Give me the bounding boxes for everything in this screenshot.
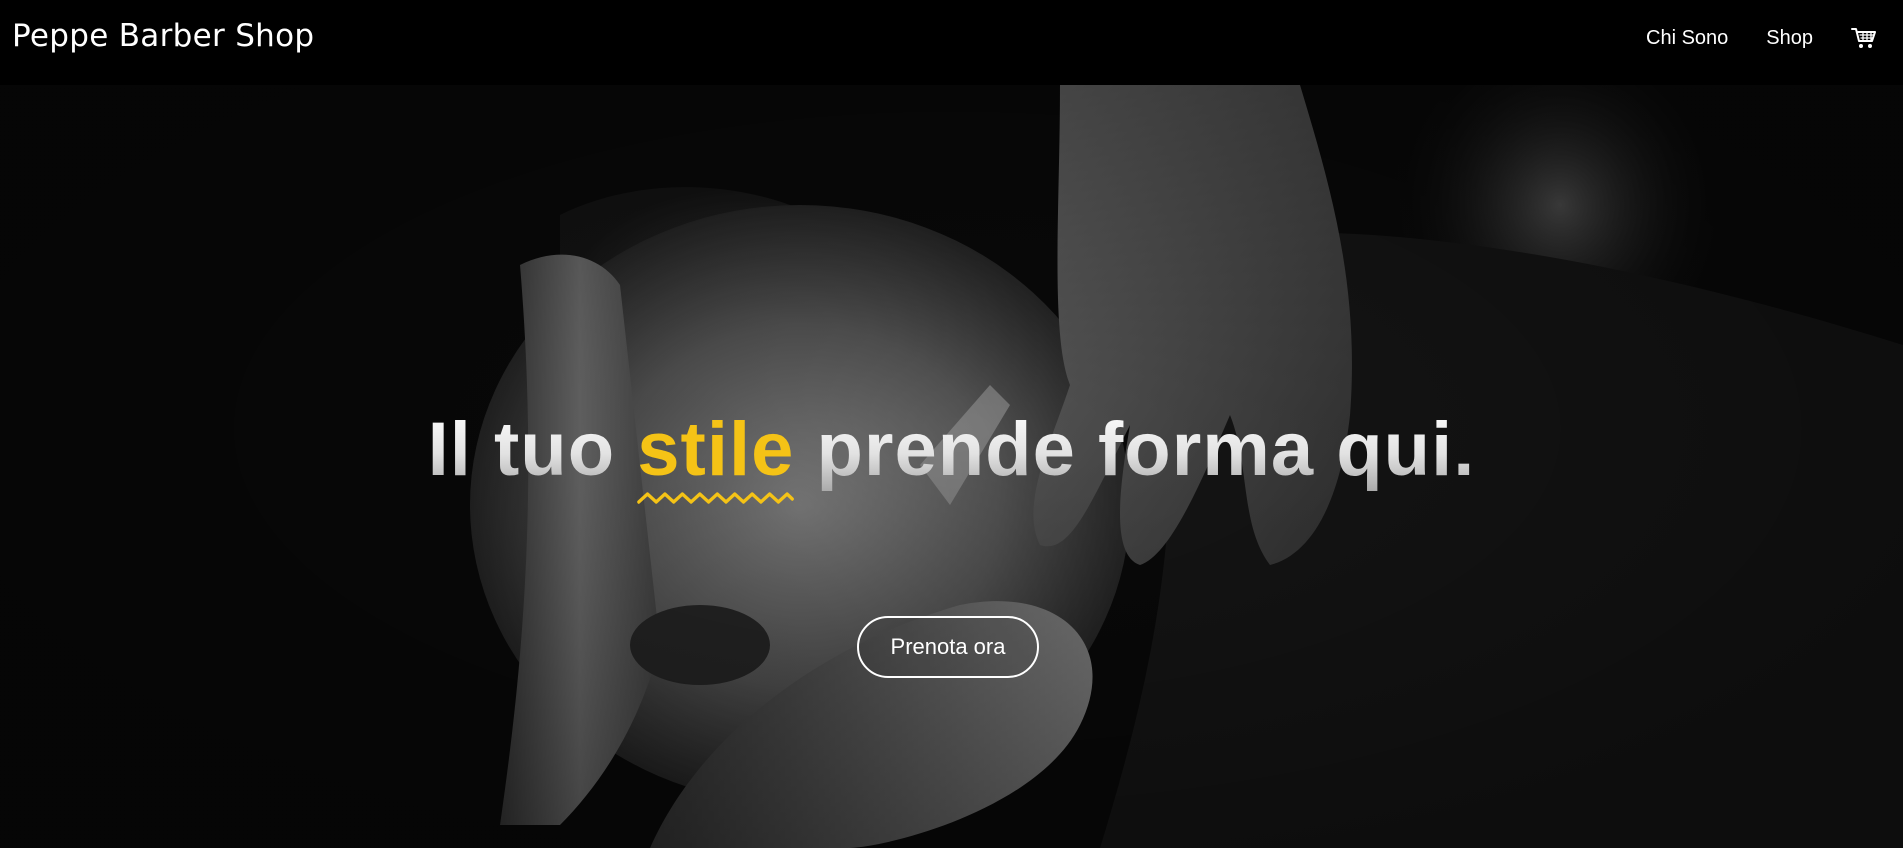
hero-headline: Il tuo stile prende forma qui. bbox=[0, 412, 1903, 504]
nav-link-shop[interactable]: Shop bbox=[1766, 27, 1813, 50]
navbar: Peppe Barber Shop Chi Sono Shop bbox=[0, 0, 1903, 85]
squiggle-underline-icon bbox=[637, 492, 795, 504]
headline-part-2: prende forma qui. bbox=[794, 407, 1476, 492]
book-now-button[interactable]: Prenota ora bbox=[857, 616, 1039, 678]
cart-icon[interactable] bbox=[1851, 26, 1877, 50]
nav-link-chi-sono[interactable]: Chi Sono bbox=[1646, 27, 1728, 50]
brand-logo[interactable]: Peppe Barber Shop bbox=[12, 18, 314, 54]
nav-links: Chi Sono Shop bbox=[1608, 26, 1877, 50]
headline-accent: stile bbox=[637, 412, 795, 504]
headline-accent-text: stile bbox=[637, 407, 795, 492]
headline-part-1: Il tuo bbox=[427, 407, 638, 492]
hero-section: Il tuo stile prende forma qui. Prenota o… bbox=[0, 85, 1903, 848]
